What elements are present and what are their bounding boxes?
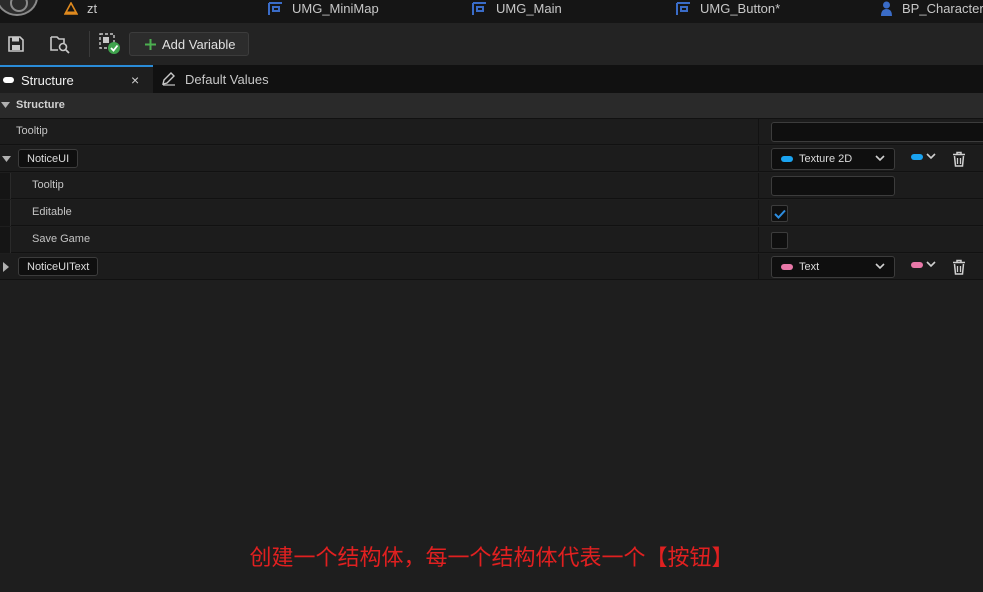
column-splitter[interactable] (758, 254, 759, 280)
character-icon (881, 1, 892, 16)
compile-status-icon[interactable] (99, 33, 121, 55)
column-splitter[interactable] (758, 200, 759, 226)
browse-asset-icon[interactable] (49, 33, 71, 55)
variable-type-label: Texture 2D (799, 153, 853, 165)
variable-type-dropdown[interactable]: Texture 2D (771, 148, 895, 170)
doc-tab-umg-minimap[interactable]: UMG_MiniMap (268, 0, 379, 17)
toolbar-separator (89, 31, 90, 57)
doc-tab-bp-character[interactable]: BP_Character (880, 0, 983, 17)
column-splitter[interactable] (758, 146, 759, 172)
chevron-down-icon (875, 263, 885, 270)
variable-type-dropdown[interactable]: Text (771, 256, 895, 278)
chevron-down-icon (926, 261, 936, 268)
doc-tab-label: BP_Character (902, 1, 983, 16)
trash-icon[interactable] (951, 151, 967, 167)
tooltip-label: Tooltip (32, 179, 64, 191)
add-variable-label: Add Variable (162, 36, 236, 52)
container-type-picker[interactable] (911, 153, 936, 160)
struct-tooltip-input[interactable] (771, 122, 983, 142)
widget-blueprint-icon (472, 1, 486, 15)
tab-structure[interactable]: Structure × (0, 65, 153, 93)
chevron-down-icon (1, 102, 10, 108)
column-splitter[interactable] (758, 119, 759, 145)
chevron-down-icon[interactable] (2, 156, 11, 163)
toolbar: Add Variable (0, 23, 983, 65)
editable-checkbox[interactable] (771, 205, 788, 222)
doc-tab-zt[interactable]: zt (64, 0, 97, 17)
chevron-down-icon (875, 155, 885, 162)
structure-section-header[interactable]: Structure (0, 93, 983, 119)
chevron-right-icon[interactable] (3, 262, 10, 272)
checkmark-icon (773, 209, 786, 219)
doc-tab-label: UMG_Main (496, 1, 562, 16)
editable-label: Editable (32, 206, 72, 218)
chevron-down-icon (926, 153, 936, 160)
edit-pencil-icon (162, 72, 175, 86)
save-game-label: Save Game (32, 233, 91, 245)
tab-default-values[interactable]: Default Values (157, 65, 269, 93)
engine-logo-icon[interactable] (0, 0, 38, 16)
close-tab-icon[interactable]: × (131, 72, 139, 88)
doc-tab-umg-button[interactable]: UMG_Button* (676, 0, 780, 17)
struct-tooltip-row: Tooltip (0, 119, 983, 145)
variable-row-noticeui: NoticeUI Texture 2D (0, 146, 983, 172)
noticeui-tooltip-row: Tooltip (0, 173, 983, 199)
document-tab-bar: zt UMG_MiniMap UMG_Main UMG_Button* BP_C… (0, 0, 983, 23)
annotation-caption: 创建一个结构体，每一个结构体代表一个【按钮】 (249, 546, 734, 571)
tooltip-input[interactable] (771, 176, 895, 196)
container-type-pill (911, 261, 923, 268)
variable-row-noticeuitext: NoticeUIText Text (0, 254, 983, 280)
doc-tab-label: UMG_MiniMap (292, 1, 379, 16)
widget-blueprint-icon (676, 1, 690, 15)
structure-tab-icon (3, 77, 14, 83)
warning-triangle-icon (64, 2, 78, 15)
tab-default-values-label: Default Values (185, 71, 269, 87)
plus-icon (145, 38, 156, 50)
variable-name-field[interactable]: NoticeUI (18, 149, 79, 168)
save-game-checkbox[interactable] (771, 232, 788, 249)
noticeui-editable-row: Editable (0, 200, 983, 226)
noticeui-save-game-row: Save Game (0, 227, 983, 253)
container-type-pill (911, 153, 923, 160)
doc-tab-label: zt (87, 1, 98, 16)
variable-type-label: Text (799, 261, 820, 273)
struct-tooltip-label: Tooltip (16, 125, 48, 137)
type-color-pill (781, 156, 793, 162)
container-type-picker[interactable] (911, 261, 936, 268)
add-variable-button[interactable]: Add Variable (129, 32, 249, 56)
doc-tab-label: UMG_Button* (700, 1, 781, 16)
indent-strip (0, 200, 11, 226)
doc-tab-umg-main[interactable]: UMG_Main (472, 0, 562, 17)
widget-blueprint-icon (268, 1, 282, 15)
tab-structure-label: Structure (21, 72, 74, 88)
section-header-label: Structure (16, 99, 65, 111)
indent-strip (0, 227, 11, 253)
panel-tab-bar: Structure × Default Values (0, 65, 983, 93)
type-color-pill (781, 264, 793, 270)
column-splitter[interactable] (758, 173, 759, 199)
trash-icon[interactable] (951, 259, 967, 275)
variable-name-field[interactable]: NoticeUIText (18, 257, 99, 276)
indent-strip (0, 173, 11, 199)
column-splitter[interactable] (758, 227, 759, 253)
save-icon[interactable] (5, 33, 27, 55)
